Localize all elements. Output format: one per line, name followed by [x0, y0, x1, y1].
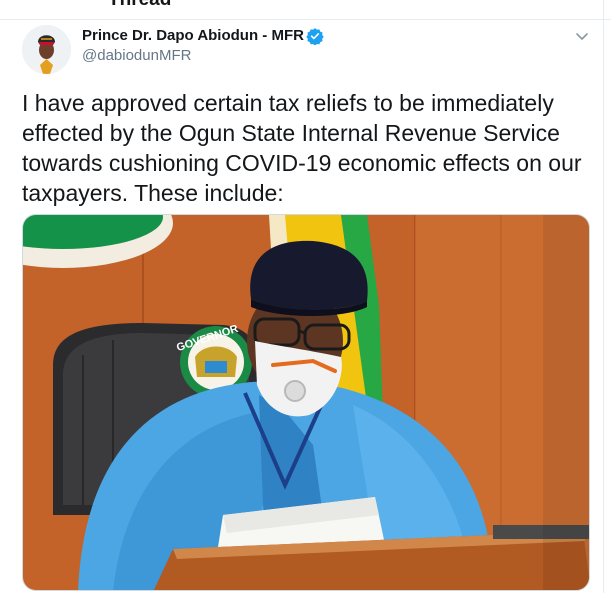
author-name[interactable]: Prince Dr. Dapo Abiodun - MFR: [82, 27, 304, 44]
tweet-text: I have approved certain tax reliefs to b…: [22, 88, 592, 208]
tweet-text-line: effected by the Ogun State Internal Reve…: [22, 120, 560, 146]
avatar[interactable]: [22, 25, 71, 74]
avatar-image: [22, 25, 71, 74]
thread-header: Thread: [0, 0, 611, 20]
verified-badge-icon: [306, 27, 324, 46]
tweet-text-line: I have approved certain tax reliefs to b…: [22, 90, 554, 116]
page-title: Thread: [108, 0, 171, 11]
author-handle[interactable]: @dabiodunMFR: [82, 47, 191, 64]
tweet-text-line: towards cushioning COVID-19 economic eff…: [22, 150, 582, 176]
tweet-photo[interactable]: GOVERNOR: [22, 214, 590, 591]
chevron-down-icon[interactable]: [574, 28, 590, 44]
column-divider: [603, 0, 604, 593]
tweet-text-line: taxpayers. These include:: [22, 180, 284, 206]
